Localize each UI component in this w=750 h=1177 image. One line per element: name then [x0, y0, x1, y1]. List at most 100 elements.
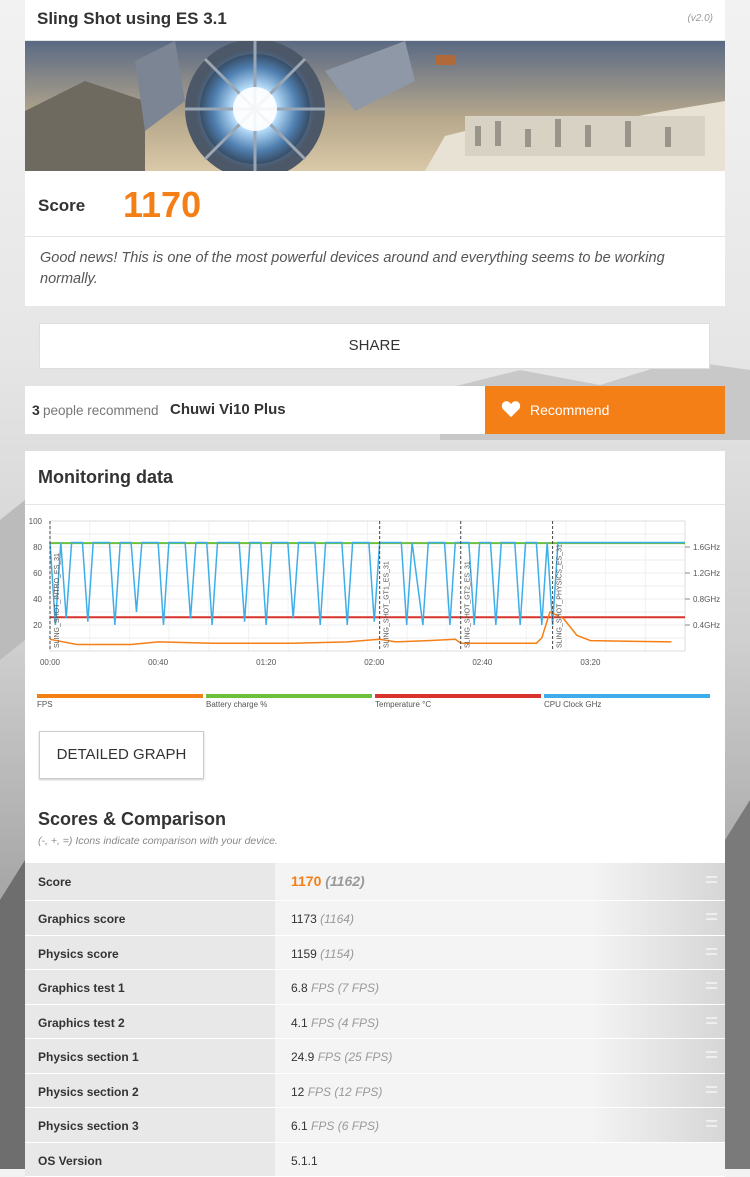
section-marker-label: SLING_SHOT_PHYSICS_ES_31	[557, 544, 564, 648]
share-button[interactable]: SHARE	[39, 323, 710, 369]
divider	[25, 504, 725, 505]
y-right-tick-label: 0.4GHz	[693, 621, 720, 630]
equal-icon	[706, 1051, 717, 1058]
recommend-text: people recommend	[43, 403, 159, 418]
value-text: 6.1	[291, 1119, 308, 1133]
score-row-label: Score	[38, 875, 71, 889]
recommend-card: 3 people recommend Chuwi Vi10 Plus Recom…	[25, 386, 725, 434]
score-row-label: OS Version	[38, 1154, 102, 1168]
score-row-value: 4.1 FPS (4 FPS)	[291, 1016, 379, 1030]
equal-icon	[706, 913, 717, 920]
y-tick-label: 40	[33, 595, 42, 604]
compare-text: (4 FPS)	[338, 1016, 379, 1030]
x-tick-label: 02:40	[472, 658, 493, 667]
legend-color-bar	[206, 694, 372, 698]
legend-color-bar	[37, 694, 203, 698]
compare-text: (12 FPS)	[334, 1085, 382, 1099]
value-text: 6.8	[291, 981, 308, 995]
legend-label: FPS	[37, 700, 53, 709]
score-row-item: Graphics test 2 4.1 FPS (4 FPS)	[25, 1005, 725, 1040]
y-right-tick-label: 0.8GHz	[693, 595, 720, 604]
value-text: 1173	[291, 912, 317, 926]
y-right-tick-label: 1.6GHz	[693, 543, 720, 552]
monitoring-card: Monitoring data 100806040201.6GHz1.2GHz0…	[25, 451, 725, 1169]
y-right-tick-label: 1.2GHz	[693, 569, 720, 578]
score-row-value: 1173 (1164)	[291, 912, 354, 926]
scores-table: Score 1170 (1162) Graphics score 1173 (1164…	[25, 863, 725, 1177]
section-marker-label: SLING_SHOT_GT2_ES_31	[465, 561, 472, 648]
unit-text: FPS	[311, 981, 334, 995]
score-row-item: Physics section 2 12 FPS (12 FPS)	[25, 1074, 725, 1109]
x-tick-label: 02:00	[364, 658, 385, 667]
version-label: (v2.0)	[687, 13, 713, 24]
monitoring-title: Monitoring data	[38, 467, 173, 488]
y-tick-label: 80	[33, 543, 42, 552]
value-text: 1170	[291, 873, 321, 889]
monitoring-chart: 100806040201.6GHz1.2GHz0.8GHz0.4GHz00:00…	[25, 516, 725, 686]
score-row-item: Graphics score 1173 (1164)	[25, 901, 725, 936]
equal-icon	[706, 982, 717, 989]
score-row-label: Physics section 3	[38, 1119, 139, 1133]
legend-color-bar	[544, 694, 710, 698]
score-row-value: 5.1.1	[291, 1154, 318, 1168]
score-label: Score	[38, 196, 85, 216]
score-row-value: 24.9 FPS (25 FPS)	[291, 1050, 392, 1064]
section-marker-label: SLING_SHOT_GT1_ES_31	[384, 561, 391, 648]
score-row-value: 6.8 FPS (7 FPS)	[291, 981, 379, 995]
x-tick-label: 03:20	[580, 658, 601, 667]
score-row-value: 1170 (1162)	[291, 873, 365, 889]
compare-text: (25 FPS)	[344, 1050, 392, 1064]
score-row-value: 1159 (1154)	[291, 947, 354, 961]
y-tick-label: 20	[33, 621, 42, 630]
score-value: 1170	[123, 184, 201, 226]
score-row-label: Physics score	[38, 947, 119, 961]
detailed-graph-button[interactable]: DETAILED GRAPH	[39, 731, 204, 779]
y-tick-label: 100	[29, 517, 43, 526]
score-row-item: OS Version 5.1.1	[25, 1143, 725, 1177]
scores-title: Scores & Comparison	[38, 809, 226, 830]
legend-label: Temperature °C	[375, 700, 431, 709]
equal-icon	[706, 1017, 717, 1024]
score-row-label: Physics section 2	[38, 1085, 139, 1099]
section-marker-label: SLING_SHOT_INTRO_ES_31	[54, 553, 61, 648]
x-tick-label: 00:00	[40, 658, 61, 667]
score-row-label: Graphics test 2	[38, 1016, 125, 1030]
x-tick-label: 01:20	[256, 658, 277, 667]
unit-text: FPS	[311, 1119, 334, 1133]
score-row-value: 6.1 FPS (6 FPS)	[291, 1119, 379, 1133]
value-text: 12	[291, 1085, 304, 1099]
score-row-item: Score 1170 (1162)	[25, 863, 725, 901]
score-row-label: Graphics score	[38, 912, 125, 926]
heart-icon	[501, 400, 521, 423]
result-message: Good news! This is one of the most power…	[40, 248, 700, 290]
legend-color-bar	[375, 694, 541, 698]
score-row-item: Physics score 1159 (1154)	[25, 936, 725, 971]
compare-text: (1164)	[320, 912, 354, 926]
title-bar: Sling Shot using ES 3.1 (v2.0)	[25, 0, 725, 41]
test-title: Sling Shot using ES 3.1	[37, 9, 227, 29]
device-name: Chuwi Vi10 Plus	[170, 401, 286, 418]
unit-text: FPS	[308, 1085, 331, 1099]
compare-text: (1162)	[325, 873, 364, 889]
score-row-item: Graphics test 1 6.8 FPS (7 FPS)	[25, 970, 725, 1005]
score-row: Score 1170	[25, 172, 725, 237]
score-row-label: Physics section 1	[38, 1050, 139, 1064]
score-row-label: Graphics test 1	[38, 981, 125, 995]
recommend-button[interactable]: Recommend	[485, 386, 725, 434]
recommend-count: 3	[32, 402, 40, 418]
value-text: 24.9	[291, 1050, 314, 1064]
equal-icon	[706, 1086, 717, 1093]
x-tick-label: 00:40	[148, 658, 169, 667]
recommend-button-label: Recommend	[530, 402, 609, 418]
value-cell	[275, 1143, 725, 1177]
comparison-note: (-, +, =) Icons indicate comparison with…	[38, 835, 278, 847]
compare-text: (7 FPS)	[338, 981, 379, 995]
unit-text: FPS	[318, 1050, 341, 1064]
unit-text: FPS	[311, 1016, 334, 1030]
score-row-item: Physics section 3 6.1 FPS (6 FPS)	[25, 1108, 725, 1143]
value-text: 5.1.1	[291, 1154, 318, 1168]
legend-label: CPU Clock GHz	[544, 700, 601, 709]
legend-label: Battery charge %	[206, 700, 267, 709]
equal-icon	[706, 876, 717, 883]
value-text: 1159	[291, 947, 317, 961]
